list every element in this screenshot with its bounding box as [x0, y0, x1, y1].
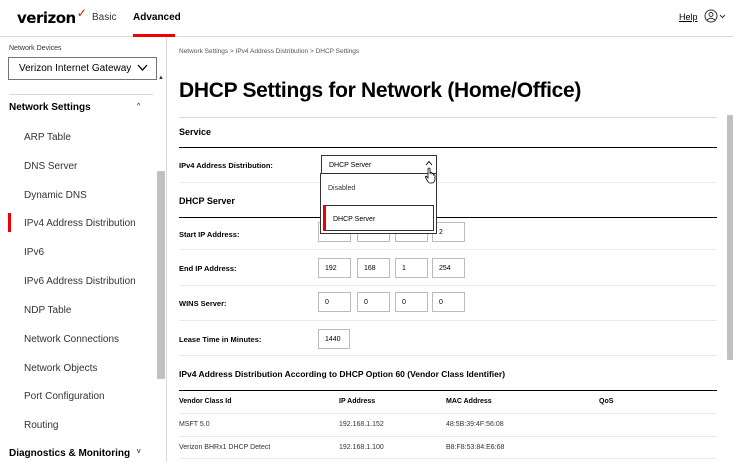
chevron-down-icon — [137, 64, 148, 71]
sidebar: Network Devices Verizon Internet Gateway… — [0, 37, 167, 462]
vendor-class-cell: Verizon BHRx1 DHCP Detect — [179, 444, 271, 451]
wins-octet-3[interactable]: 0 — [395, 292, 428, 312]
divider — [179, 458, 717, 459]
distribution-label: IPv4 Address Distribution: — [179, 161, 273, 170]
column-header-qos: QoS — [599, 398, 614, 405]
option-dhcp-server[interactable]: DHCP Server — [323, 205, 434, 231]
tab-basic[interactable]: Basic — [92, 12, 116, 23]
divider — [179, 182, 717, 183]
mac-address-cell: 48:5B:39:4F:56:08 — [446, 421, 504, 428]
checkmark-icon: ✓ — [76, 6, 87, 20]
ip-address-cell: 192.168.1.152 — [339, 421, 384, 428]
end-ip-octet-1[interactable]: 192 — [318, 258, 351, 278]
network-device-value: Verizon Internet Gateway — [19, 63, 132, 74]
divider — [179, 249, 717, 250]
column-header-vendor-class-id: Vendor Class Id — [179, 398, 232, 405]
wins-server-label: WINS Server: — [179, 299, 227, 308]
column-header-ip-address: IP Address — [339, 398, 376, 405]
sidebar-scrollbar-thumb[interactable] — [157, 171, 165, 379]
network-devices-label: Network Devices — [9, 45, 62, 52]
sidebar-item-network-connections[interactable]: Network Connections — [24, 334, 119, 345]
selected-option-indicator — [323, 205, 326, 231]
divider — [179, 390, 717, 391]
sidebar-item-dns-server[interactable]: DNS Server — [24, 161, 77, 172]
section-label: Network Settings — [9, 102, 91, 113]
divider — [179, 413, 717, 414]
sidebar-item-routing[interactable]: Routing — [24, 420, 58, 431]
end-ip-label: End IP Address: — [179, 264, 237, 273]
service-title: Service — [179, 127, 212, 137]
sidebar-item-ipv6-address-distribution[interactable]: IPv6 Address Distribution — [24, 276, 136, 287]
end-ip-octet-2[interactable]: 168 — [357, 258, 390, 278]
section-diagnostics-monitoring[interactable]: Diagnostics & Monitoring v — [9, 448, 141, 459]
mac-address-cell: B8:F8:53:84:E6:68 — [446, 444, 505, 451]
sidebar-item-arp-table[interactable]: ARP Table — [24, 132, 71, 143]
start-ip-label: Start IP Address: — [179, 230, 240, 239]
sidebar-item-network-objects[interactable]: Network Objects — [24, 363, 97, 374]
distribution-select-value: DHCP Server — [329, 162, 372, 169]
divider — [179, 147, 717, 148]
main-content: Network Settings > IPv4 Address Distribu… — [167, 37, 733, 462]
dhcp-server-title: DHCP Server — [179, 196, 235, 206]
wins-octet-2[interactable]: 0 — [357, 292, 390, 312]
main-scrollbar-thumb[interactable] — [727, 115, 733, 360]
breadcrumb[interactable]: Network Settings > IPv4 Address Distribu… — [179, 48, 359, 55]
sidebar-item-ndp-table[interactable]: NDP Table — [24, 305, 71, 316]
divider — [179, 436, 717, 437]
option-disabled[interactable]: Disabled — [328, 185, 355, 192]
option-label: DHCP Server — [333, 216, 376, 223]
vendor-class-cell: MSFT 5.0 — [179, 421, 210, 428]
chevron-up-icon — [425, 160, 433, 166]
lease-time-input[interactable]: 1440 — [318, 329, 350, 349]
top-bar: verizon✓ Basic Advanced Help — [0, 0, 733, 37]
divider — [179, 217, 717, 218]
divider — [9, 94, 153, 95]
help-link[interactable]: Help — [679, 12, 698, 22]
ip-address-cell: 192.168.1.100 — [339, 444, 384, 451]
sidebar-item-port-configuration[interactable]: Port Configuration — [24, 391, 105, 402]
distribution-select[interactable]: DHCP Server — [321, 155, 437, 175]
end-ip-octet-4[interactable]: 254 — [432, 258, 465, 278]
wins-octet-1[interactable]: 0 — [318, 292, 351, 312]
verizon-logo[interactable]: verizon✓ — [17, 6, 87, 27]
tab-advanced[interactable]: Advanced — [133, 12, 181, 23]
lease-time-label: Lease Time in Minutes: — [179, 335, 262, 344]
chevron-up-icon: ^ — [137, 103, 141, 110]
chevron-down-icon: v — [137, 448, 141, 455]
divider — [179, 320, 717, 321]
divider — [179, 355, 717, 356]
section-network-settings[interactable]: Network Settings ^ — [9, 102, 140, 113]
section-label: Diagnostics & Monitoring — [9, 448, 131, 459]
network-device-select[interactable]: Verizon Internet Gateway — [8, 57, 157, 80]
sidebar-item-dynamic-dns[interactable]: Dynamic DNS — [24, 190, 87, 201]
option60-title: IPv4 Address Distribution According to D… — [179, 369, 506, 379]
hand-cursor-icon — [424, 167, 436, 184]
user-icon[interactable] — [704, 9, 728, 23]
sidebar-item-ipv6[interactable]: IPv6 — [24, 247, 44, 258]
sidebar-item-ipv4-address-distribution[interactable]: IPv4 Address Distribution — [24, 218, 136, 229]
divider — [179, 117, 717, 118]
divider — [179, 285, 717, 286]
end-ip-octet-3[interactable]: 1 — [395, 258, 428, 278]
scroll-up-arrow-icon[interactable]: ▲ — [158, 75, 164, 81]
active-item-indicator — [8, 213, 11, 232]
wins-octet-4[interactable]: 0 — [432, 292, 465, 312]
column-header-mac-address: MAC Address — [446, 398, 492, 405]
page-title: DHCP Settings for Network (Home/Office) — [179, 79, 582, 102]
distribution-options-list: Disabled DHCP Server — [320, 173, 437, 234]
